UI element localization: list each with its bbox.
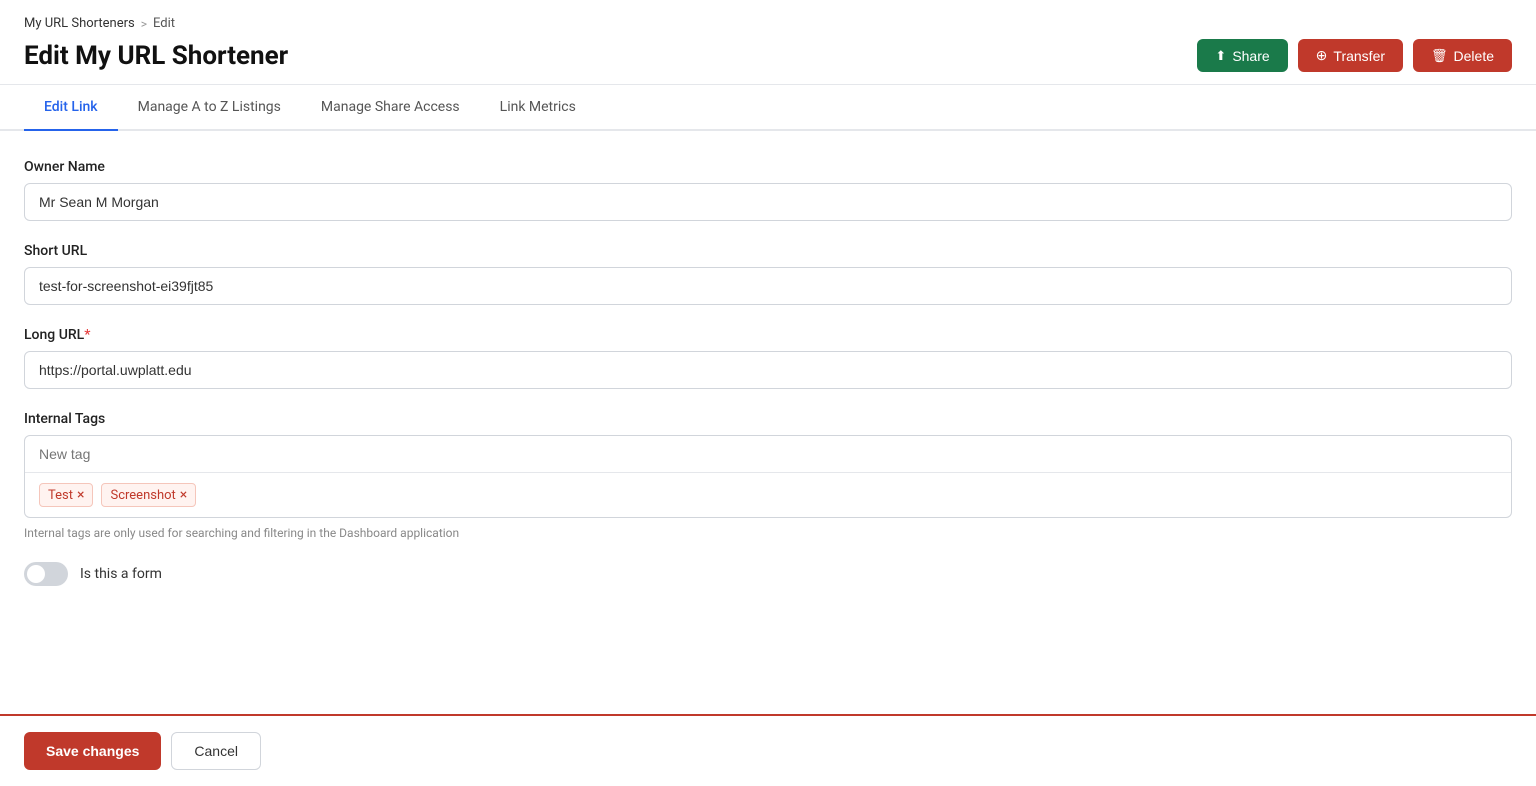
- share-button[interactable]: Share: [1197, 39, 1287, 72]
- page-wrapper: My URL Shorteners > Edit Edit My URL Sho…: [0, 0, 1536, 786]
- tab-edit-link[interactable]: Edit Link: [24, 85, 118, 131]
- tab-manage-az[interactable]: Manage A to Z Listings: [118, 85, 301, 131]
- tag-test-remove[interactable]: ×: [77, 488, 84, 502]
- long-url-required: *: [84, 327, 90, 343]
- short-url-input[interactable]: [24, 267, 1512, 305]
- footer: Save changes Cancel: [0, 714, 1536, 786]
- transfer-icon: [1316, 47, 1328, 64]
- owner-name-label: Owner Name: [24, 159, 1512, 175]
- is-form-toggle[interactable]: [24, 562, 68, 586]
- save-button[interactable]: Save changes: [24, 732, 161, 770]
- tags-input-wrapper: Test × Screenshot ×: [24, 435, 1512, 518]
- long-url-input[interactable]: [24, 351, 1512, 389]
- tag-screenshot-remove[interactable]: ×: [180, 488, 187, 502]
- cancel-button[interactable]: Cancel: [171, 732, 261, 770]
- page-title: Edit My URL Shortener: [24, 41, 288, 71]
- tag-test-label: Test: [48, 488, 73, 503]
- breadcrumb-parent[interactable]: My URL Shorteners: [24, 16, 135, 31]
- delete-icon: [1431, 47, 1448, 64]
- internal-tags-label: Internal Tags: [24, 411, 1512, 427]
- long-url-group: Long URL*: [24, 327, 1512, 389]
- is-form-label: Is this a form: [80, 566, 162, 582]
- tag-test: Test ×: [39, 483, 93, 507]
- short-url-group: Short URL: [24, 243, 1512, 305]
- tab-link-metrics[interactable]: Link Metrics: [480, 85, 596, 131]
- form-content: Owner Name Short URL Long URL* Internal …: [0, 131, 1536, 714]
- tag-screenshot-label: Screenshot: [110, 488, 175, 503]
- transfer-button[interactable]: Transfer: [1298, 39, 1403, 72]
- share-icon: [1215, 47, 1226, 64]
- breadcrumb-current: Edit: [153, 16, 175, 31]
- breadcrumb-separator: >: [141, 17, 147, 31]
- header-actions: Share Transfer Delete: [1197, 39, 1512, 72]
- tags-list: Test × Screenshot ×: [25, 473, 1511, 517]
- tabs-bar: Edit Link Manage A to Z Listings Manage …: [0, 85, 1536, 131]
- tags-hint: Internal tags are only used for searchin…: [24, 526, 1512, 540]
- short-url-label: Short URL: [24, 243, 1512, 259]
- internal-tags-group: Internal Tags Test × Screenshot × Intern…: [24, 411, 1512, 540]
- owner-name-group: Owner Name: [24, 159, 1512, 221]
- breadcrumb: My URL Shorteners > Edit: [24, 16, 1512, 31]
- header-row: Edit My URL Shortener Share Transfer Del…: [24, 39, 1512, 72]
- header: My URL Shorteners > Edit Edit My URL Sho…: [0, 0, 1536, 85]
- is-form-toggle-row: Is this a form: [24, 562, 1512, 586]
- tag-screenshot: Screenshot ×: [101, 483, 196, 507]
- tab-manage-share[interactable]: Manage Share Access: [301, 85, 480, 131]
- owner-name-input[interactable]: [24, 183, 1512, 221]
- delete-button[interactable]: Delete: [1413, 39, 1512, 72]
- new-tag-input[interactable]: [25, 436, 1511, 473]
- toggle-slider: [24, 562, 68, 586]
- long-url-label: Long URL*: [24, 327, 1512, 343]
